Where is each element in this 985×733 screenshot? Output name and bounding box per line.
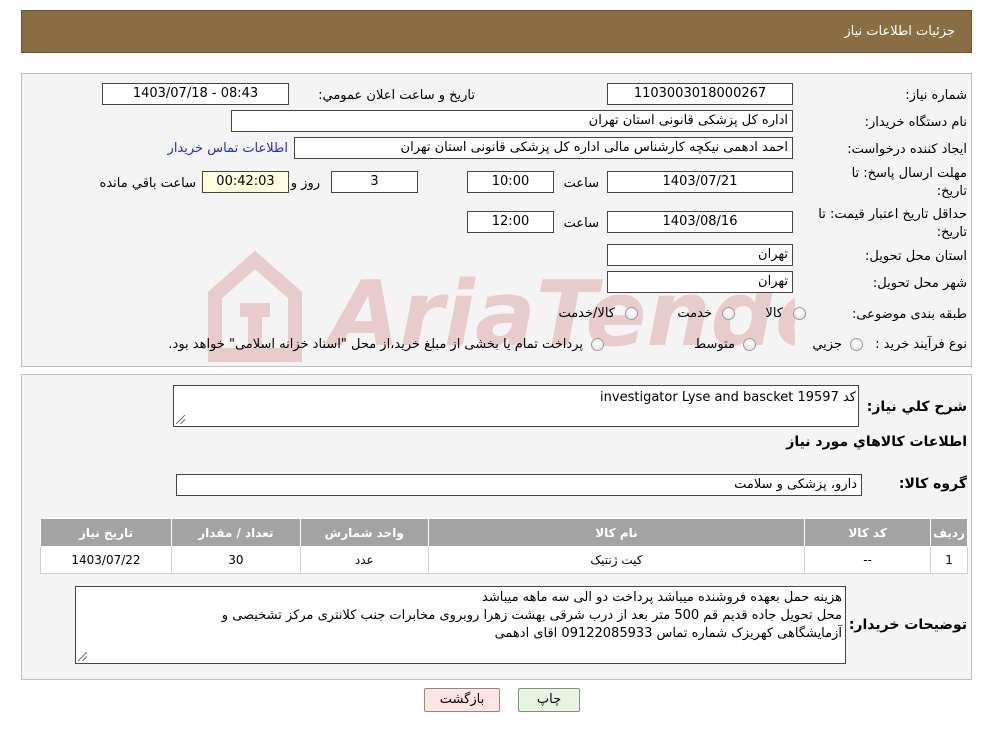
price-valid-label: حداقل تاريخ اعتبار قيمت: تا bbox=[818, 207, 967, 222]
print-button[interactable]: چاپ bbox=[518, 688, 580, 712]
cell-unit: عدد bbox=[299, 546, 429, 574]
deadline-date-field: 1403/07/21 bbox=[607, 171, 793, 193]
resize-handle-icon[interactable] bbox=[176, 415, 185, 424]
resize-handle-icon[interactable] bbox=[78, 652, 87, 661]
goods-info-heading: اطلاعات کالاهاي مورد نياز bbox=[786, 434, 967, 450]
col-qty: تعداد / مقدار bbox=[170, 518, 301, 547]
category-goods-label: کالا bbox=[765, 306, 783, 321]
remaining-time-field: 00:42:03 bbox=[202, 171, 289, 193]
category-service-label: خدمت bbox=[677, 306, 712, 321]
price-valid-date-field: 1403/08/16 bbox=[607, 211, 793, 233]
col-index: رديف bbox=[930, 518, 968, 547]
buyer-notes-line-3: آزمایشگاهی کهریزک شماره تماس 09122085933… bbox=[494, 626, 842, 641]
province-field: تهران bbox=[607, 244, 793, 266]
buyer-notes-line-2: محل تحویل جاده قدیم قم 500 متر بعد از در… bbox=[221, 608, 842, 623]
page-title: جزئیات اطلاعات نیاز bbox=[844, 24, 955, 39]
col-unit: واحد شمارش bbox=[299, 518, 429, 547]
city-field: تهران bbox=[607, 271, 793, 293]
items-table: رديف کد کالا نام کالا واحد شمارش تعداد /… bbox=[40, 518, 968, 574]
requester-field: احمد ادهمی نیکچه کارشناس مالی اداره کل پ… bbox=[294, 137, 793, 159]
goods-group-field: دارو، پزشکی و سلامت bbox=[176, 474, 862, 496]
cell-code: -- bbox=[804, 546, 932, 574]
contact-info-link[interactable]: اطلاعات تماس خريدار bbox=[168, 141, 288, 156]
back-button[interactable]: بازگشت bbox=[424, 688, 500, 712]
description-field: investigator Lyse and bascket کد 19597 bbox=[173, 385, 859, 427]
page-header: جزئیات اطلاعات نیاز bbox=[21, 10, 972, 53]
description-label: شرح کلي نياز: bbox=[866, 399, 967, 415]
cell-qty: 30 bbox=[170, 546, 301, 574]
category-both-radio[interactable] bbox=[625, 307, 638, 320]
cell-name: کیت ژنتیک bbox=[427, 546, 806, 574]
buyer-org-label: نام دستگاه خريدار: bbox=[864, 115, 967, 130]
description-text: investigator Lyse and bascket کد 19597 bbox=[600, 390, 856, 405]
city-label: شهر محل تحويل: bbox=[872, 276, 967, 291]
col-date: تاريخ نياز bbox=[40, 518, 172, 547]
requester-label: ايجاد کننده درخواست: bbox=[847, 142, 967, 157]
col-code: کد کالا bbox=[804, 518, 932, 547]
announce-field: 1403/07/18 - 08:43 bbox=[102, 83, 289, 105]
buyer-notes-label: توضيحات خريدار: bbox=[848, 617, 967, 633]
deadline-label: مهلت ارسال پاسخ: تا bbox=[851, 166, 967, 181]
buyer-notes-line-1: هزینه حمل بعهده فروشنده میباشد پرداخت دو… bbox=[482, 590, 842, 605]
category-goods-radio[interactable] bbox=[793, 307, 806, 320]
need-number-label: شماره نیاز: bbox=[905, 88, 967, 103]
cell-index: 1 bbox=[930, 546, 968, 574]
process-minor-label: جزيي bbox=[812, 337, 842, 352]
price-valid-label-date: تاريخ: bbox=[936, 225, 967, 240]
process-medium-radio[interactable] bbox=[743, 338, 756, 351]
category-service-radio[interactable] bbox=[722, 307, 735, 320]
cell-date: 1403/07/22 bbox=[40, 546, 172, 574]
price-valid-time-field: 12:00 bbox=[467, 211, 554, 233]
process-medium-label: متوسط bbox=[694, 337, 735, 352]
buyer-org-field: اداره کل پزشکی قانونی استان تهران bbox=[231, 110, 793, 132]
process-note: پرداخت تمام يا بخشی از مبلغ خريد،از محل … bbox=[168, 337, 583, 352]
process-label: نوع فرآيند خريد : bbox=[875, 337, 967, 352]
process-treasury-checkbox[interactable] bbox=[591, 338, 604, 351]
process-minor-radio[interactable] bbox=[850, 338, 863, 351]
days-label: روز و bbox=[290, 176, 320, 191]
category-both-label: کالا/خدمت bbox=[558, 306, 615, 321]
remaining-label: ساعت باقي مانده bbox=[99, 176, 196, 191]
category-label: طبقه بندی موضوعی: bbox=[851, 307, 967, 322]
deadline-time-label: ساعت bbox=[563, 176, 599, 191]
announce-label: تاریخ و ساعت اعلان عمومي: bbox=[318, 88, 475, 103]
province-label: استان محل تحويل: bbox=[865, 249, 967, 264]
price-valid-time-label: ساعت bbox=[563, 216, 599, 231]
buyer-notes-field: هزینه حمل بعهده فروشنده میباشد پرداخت دو… bbox=[75, 586, 846, 664]
deadline-time-field: 10:00 bbox=[467, 171, 554, 193]
need-number-field: 1103003018000267 bbox=[607, 83, 793, 105]
deadline-label-date: تاريخ: bbox=[936, 184, 967, 199]
days-field: 3 bbox=[331, 171, 418, 193]
table-header-row: رديف کد کالا نام کالا واحد شمارش تعداد /… bbox=[40, 518, 968, 547]
col-name: نام کالا bbox=[427, 518, 806, 547]
goods-group-label: گروه کالا: bbox=[898, 476, 967, 492]
table-row: 1 -- کیت ژنتیک عدد 30 1403/07/22 bbox=[40, 546, 968, 574]
